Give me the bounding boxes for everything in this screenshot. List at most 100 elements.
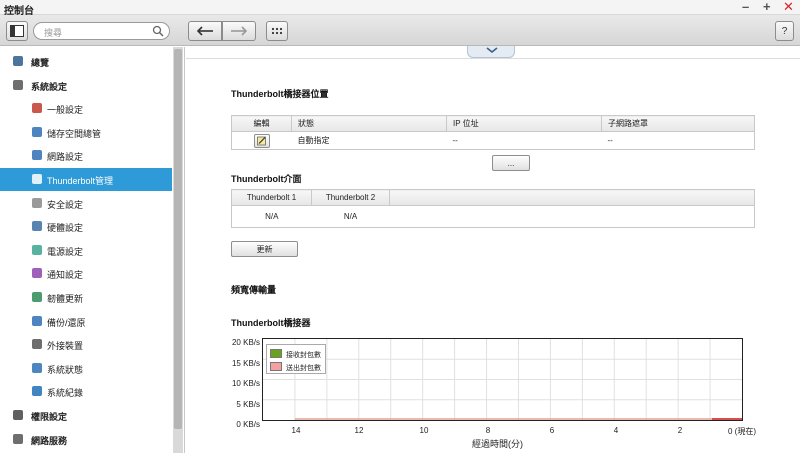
chart-section-title: Thunderbolt橋接器 [231, 318, 311, 328]
y-tick-label: 20 KB/s [231, 338, 260, 347]
y-tick-label: 15 KB/s [231, 358, 260, 368]
sidebar-item-thunderbolt[interactable]: Thunderbolt管理 [0, 168, 172, 191]
log-icon [31, 385, 43, 397]
column-thunderbolt-2: Thunderbolt 2 [311, 189, 390, 206]
toolbar: 搜尋 ? [0, 15, 800, 46]
external-device-icon [31, 338, 43, 350]
interface-table: Thunderbolt 1 Thunderbolt 2 N/A N/A [231, 189, 755, 228]
edit-button[interactable] [253, 133, 270, 148]
lock-icon [31, 197, 43, 209]
legend-swatch-received [270, 349, 282, 358]
sidebar-item-label: 系統設定 [31, 81, 68, 92]
overview-icon [12, 55, 24, 67]
interface-section-title: Thunderbolt介面 [231, 174, 302, 184]
power-bulb-icon [31, 244, 43, 256]
sidebar-item-label: 系統紀錄 [47, 388, 84, 399]
sidebar-item-label: 備份/還原 [47, 317, 86, 328]
pencil-icon [256, 136, 266, 145]
more-button[interactable]: ... [492, 155, 530, 171]
sidebar-item-log[interactable]: 系統紀錄 [0, 380, 172, 403]
chevron-down-icon [486, 47, 498, 54]
sidebar-item-label: 網路服務 [31, 435, 68, 446]
sidebar-item-user[interactable]: 權限設定 [0, 404, 172, 427]
back-button[interactable] [188, 21, 222, 41]
sidebar-toggle-icon [10, 25, 24, 37]
column-edit: 編輯 [231, 115, 292, 132]
apps-button[interactable] [266, 21, 288, 41]
sidebar-item-firmware-update[interactable]: 韌體更新 [0, 286, 172, 309]
legend-swatch-sent [270, 362, 282, 371]
collapse-header-button[interactable] [467, 46, 515, 58]
sidebar-item-gear[interactable]: 系統設定 [0, 74, 172, 97]
column-ip: IP 位址 [446, 115, 602, 132]
sidebar-item-label: 總覽 [31, 58, 50, 68]
search-input[interactable]: 搜尋 [33, 22, 170, 40]
ip-value: -- [446, 131, 602, 150]
forward-button[interactable] [222, 21, 256, 41]
arrow-right-icon [231, 26, 248, 36]
column-thunderbolt-1: Thunderbolt 1 [231, 189, 312, 206]
sidebar-item-backup[interactable]: 備份/還原 [0, 310, 172, 333]
chart-plot-area [263, 339, 742, 420]
sidebar-item-globe[interactable]: 網路服務 [0, 428, 172, 451]
y-tick-label: 5 KB/s [236, 399, 260, 409]
help-button[interactable]: ? [775, 21, 794, 41]
legend-sent-label: 送出封包數 [286, 365, 321, 372]
sidebar-scrollbar[interactable] [173, 47, 183, 453]
arrow-left-icon [196, 26, 213, 36]
x-tick-label: 2 [677, 426, 683, 435]
sidebar-item-external-device[interactable]: 外接裝置 [0, 333, 172, 356]
status-value: 自動指定 [291, 131, 447, 150]
maximize-icon[interactable]: + [763, 0, 771, 14]
search-placeholder: 搜尋 [44, 28, 63, 38]
sidebar-toggle-button[interactable] [6, 21, 28, 41]
sidebar-item-lock[interactable]: 安全設定 [0, 192, 172, 215]
chart-xlabel: 經過時間(分) [472, 439, 523, 449]
minimize-icon[interactable]: – [742, 0, 749, 14]
thunderbolt-1-value: N/A [231, 205, 312, 228]
sidebar-item-general-settings[interactable]: 一般設定 [0, 97, 172, 120]
globe-icon [12, 433, 24, 445]
sidebar-item-monitor[interactable]: 系統狀態 [0, 357, 172, 380]
sidebar-item-label: Thunderbolt管理 [47, 176, 114, 186]
notification-icon [31, 267, 43, 279]
sidebar-item-network[interactable]: 網路設定 [0, 144, 172, 167]
legend-received-label: 接收封包數 [286, 352, 321, 359]
header-divider [186, 58, 800, 59]
search-icon[interactable] [152, 25, 164, 37]
update-button[interactable]: 更新 [231, 241, 298, 257]
sidebar-item-label: 電源設定 [47, 246, 84, 257]
sidebar-item-storage[interactable]: 儲存空間總管 [0, 121, 172, 144]
scrollbar-thumb[interactable] [174, 49, 182, 429]
x-tick-label: 10 [419, 426, 429, 435]
user-icon [12, 409, 24, 421]
sidebar-item-label: 外接裝置 [47, 341, 84, 352]
location-section-title: Thunderbolt橋接器位置 [231, 89, 329, 99]
sidebar-item-label: 網路設定 [47, 152, 84, 163]
sidebar-item-hardware[interactable]: 硬體設定 [0, 215, 172, 238]
chart-legend: 接收封包數 送出封包數 [266, 344, 326, 374]
firmware-update-icon [31, 291, 43, 303]
thunderbolt-icon [31, 173, 43, 185]
sidebar-item-label: 通知設定 [47, 270, 84, 281]
x-tick-label: 14 [291, 426, 301, 435]
title-bar: 控制台 – + ✕ [0, 0, 800, 17]
sidebar-item-label: 權限設定 [31, 412, 68, 422]
backup-icon [31, 315, 43, 327]
bandwidth-section-title: 頻寬傳輸量 [231, 285, 277, 295]
x-tick-label: 0 (現在) [728, 427, 756, 436]
sidebar-item-overview[interactable]: 總覽 [0, 50, 172, 73]
column-status: 狀態 [291, 115, 447, 132]
y-tick-label: 10 KB/s [231, 379, 260, 388]
bandwidth-chart [262, 338, 743, 421]
sidebar-item-label: 一般設定 [47, 105, 84, 116]
y-tick-label: 0 KB/s [236, 420, 260, 429]
sidebar-item-label: 韌體更新 [47, 294, 84, 304]
gear-icon [12, 79, 24, 91]
table-row: 自動指定 -- -- [231, 131, 755, 150]
close-icon[interactable]: ✕ [783, 0, 794, 14]
sidebar-item-power-bulb[interactable]: 電源設定 [0, 239, 172, 262]
grid-icon [271, 27, 283, 35]
sidebar-item-notification[interactable]: 通知設定 [0, 262, 172, 285]
network-icon [31, 149, 43, 161]
